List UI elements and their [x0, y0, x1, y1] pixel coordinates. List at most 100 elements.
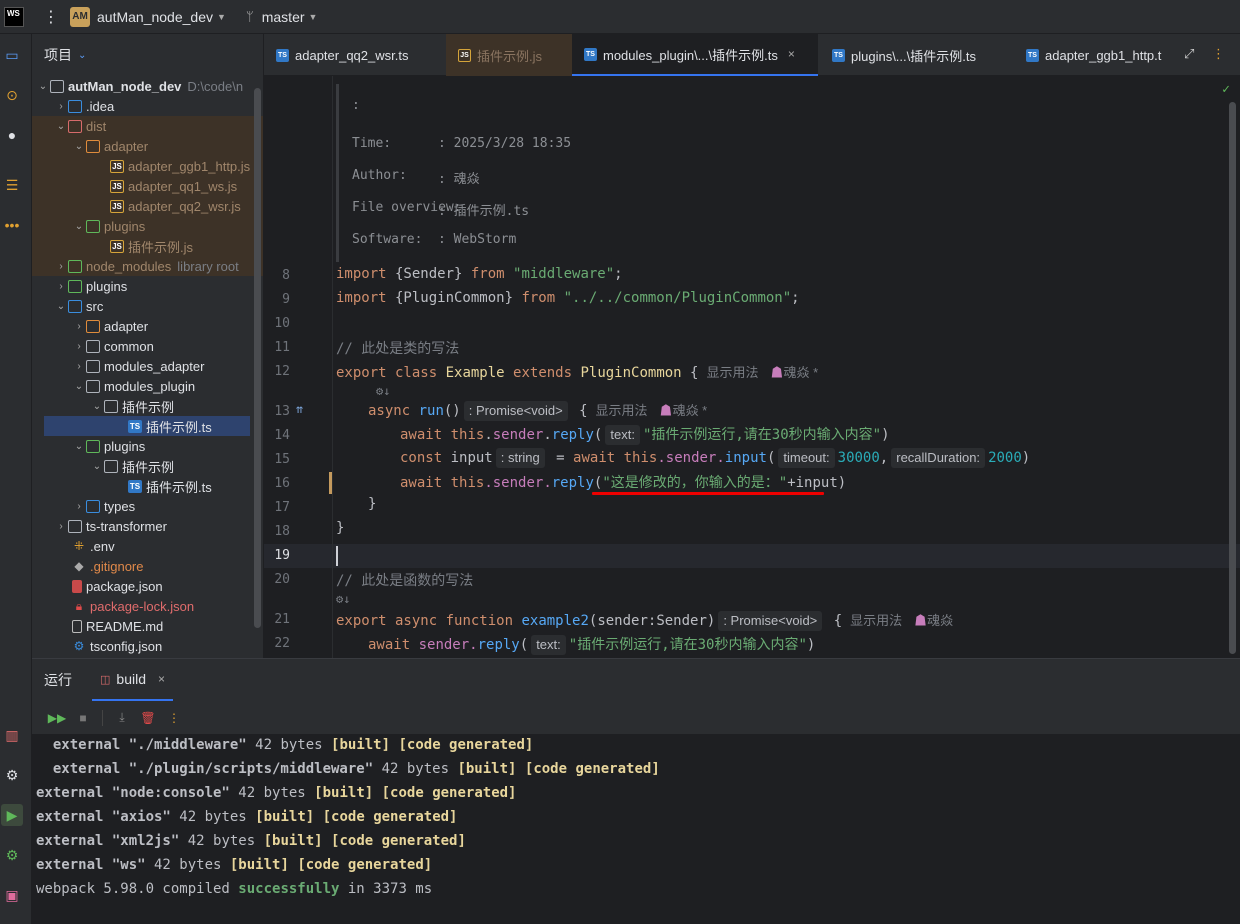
- project-header[interactable]: 项目 ⌄: [32, 34, 263, 76]
- branch-switcher[interactable]: ᛘ master ▼: [246, 9, 318, 25]
- terminal-icon[interactable]: ▣: [1, 884, 23, 906]
- more-options-icon[interactable]: ⋮: [1212, 46, 1225, 62]
- tree-item-example-folder[interactable]: ⌄ 插件示例: [32, 396, 263, 416]
- chevron-down-icon[interactable]: ⌄: [72, 141, 86, 152]
- chevron-down-icon[interactable]: ⌄: [90, 401, 104, 412]
- ts-file-icon: TS: [128, 419, 142, 433]
- tree-item-file[interactable]: JS 插件示例.js: [32, 236, 263, 256]
- run-panel-tabs: 运行 ◫ build ×: [32, 659, 1240, 701]
- tree-item-tsconfig[interactable]: ⚙ tsconfig.json: [32, 636, 263, 656]
- clear-icon[interactable]: 🗑︎: [135, 711, 161, 725]
- close-icon[interactable]: ×: [158, 672, 165, 686]
- tab-build[interactable]: ◫ build ×: [92, 659, 174, 701]
- line-number: 11: [274, 340, 290, 355]
- author-lens[interactable]: ☗魂焱 *: [660, 403, 708, 418]
- folder-icon: [86, 359, 100, 373]
- main-menu-icon[interactable]: ⋮: [42, 7, 60, 27]
- chevron-right-icon[interactable]: ›: [72, 361, 86, 372]
- chevron-down-icon: ▼: [308, 11, 318, 22]
- scroll-to-end-icon[interactable]: ⤓: [109, 710, 135, 725]
- project-scrollbar[interactable]: [254, 88, 261, 628]
- tree-item-plugins[interactable]: › plugins: [32, 276, 263, 296]
- project-switcher[interactable]: AM autMan_node_dev ▼: [70, 6, 226, 27]
- tree-item-file[interactable]: JS adapter_qq1_ws.js: [32, 176, 263, 196]
- tab-plugins-example[interactable]: TS plugins\...\插件示例.ts: [820, 34, 1010, 76]
- chevron-right-icon[interactable]: ›: [72, 341, 86, 352]
- chevron-down-icon[interactable]: ⌄: [72, 441, 86, 452]
- tree-item-common[interactable]: › common: [32, 336, 263, 356]
- tree-item-dist[interactable]: ⌄ dist: [32, 116, 263, 136]
- chevron-down-icon[interactable]: ⌄: [54, 301, 68, 312]
- tree-item-dist-plugins[interactable]: ⌄ plugins: [32, 216, 263, 236]
- tree-item-idea[interactable]: › .idea: [32, 96, 263, 116]
- services-icon[interactable]: ⚙: [1, 764, 23, 786]
- usages-lens[interactable]: 显示用法: [850, 613, 902, 628]
- project-tool-icon[interactable]: ▭: [1, 44, 23, 66]
- tree-item-src-adapter[interactable]: › adapter: [32, 316, 263, 336]
- chevron-right-icon[interactable]: ›: [54, 101, 68, 112]
- tree-item-example-folder[interactable]: ⌄ 插件示例: [32, 456, 263, 476]
- chevron-down-icon[interactable]: ⌄: [90, 461, 104, 472]
- tree-item-readme[interactable]: README.md: [32, 616, 263, 636]
- chevron-down-icon[interactable]: ⌄: [72, 221, 86, 232]
- tree-item-file-selected[interactable]: TS 插件示例.ts: [44, 416, 250, 436]
- change-marker[interactable]: [329, 472, 332, 494]
- tree-item-types[interactable]: › types: [32, 496, 263, 516]
- tree-item-package-json[interactable]: package.json: [32, 576, 263, 596]
- run-tool-icon[interactable]: ▶: [1, 804, 23, 826]
- tree-item-modules-plugin[interactable]: ⌄ modules_plugin: [32, 376, 263, 396]
- rerun-icon[interactable]: ▶▶: [44, 711, 70, 725]
- tab-plugin-example-js[interactable]: JS 插件示例.js: [446, 34, 572, 76]
- tree-item-src-plugins[interactable]: ⌄ plugins: [32, 436, 263, 456]
- commit-tool-icon[interactable]: ⊙: [1, 84, 23, 106]
- author-lens[interactable]: ☗魂焱: [914, 613, 953, 628]
- author-lens[interactable]: ☗魂焱 *: [771, 365, 819, 380]
- code-editor[interactable]: ✓ : Time: : 2025/3/28 18:35 Author: : 魂焱…: [264, 76, 1240, 658]
- structure-tool-icon[interactable]: ☰: [1, 174, 23, 196]
- tree-hint: D:\code\n: [187, 78, 244, 94]
- tree-item-root[interactable]: ⌄ autMan_node_dev D:\code\n: [32, 76, 263, 96]
- more-tools-icon[interactable]: •••: [1, 214, 23, 236]
- tree-item-file[interactable]: TS 插件示例.ts: [32, 476, 263, 496]
- line-number: 19: [274, 548, 290, 563]
- app-logo-icon[interactable]: WS: [4, 6, 24, 27]
- tree-item-src[interactable]: ⌄ src: [32, 296, 263, 316]
- chevron-right-icon[interactable]: ›: [72, 321, 86, 332]
- chevron-right-icon[interactable]: ›: [54, 521, 68, 532]
- stop-icon[interactable]: ■: [70, 711, 96, 725]
- tree-item-file[interactable]: JS adapter_qq2_wsr.js: [32, 196, 263, 216]
- more-options-icon[interactable]: ⋮: [161, 711, 187, 725]
- settings-gear-icon[interactable]: ⚙: [1, 844, 23, 866]
- tree-item-modules-adapter[interactable]: › modules_adapter: [32, 356, 263, 376]
- override-gutter-icon[interactable]: ⇈: [296, 402, 303, 416]
- tree-item-env[interactable]: ⁜ .env: [32, 536, 263, 556]
- github-icon[interactable]: ●: [1, 124, 23, 146]
- close-icon[interactable]: ×: [788, 47, 795, 61]
- usages-lens[interactable]: 显示用法: [706, 365, 758, 380]
- tree-item-ts-transformer[interactable]: › ts-transformer: [32, 516, 263, 536]
- folder-icon: [86, 379, 100, 393]
- tree-item-gitignore[interactable]: ◆ .gitignore: [32, 556, 263, 576]
- tab-adapter-qq2-wsr[interactable]: TS adapter_qq2_wsr.ts: [264, 34, 446, 76]
- chevron-right-icon[interactable]: ›: [72, 501, 86, 512]
- run-toolbar: ▶▶ ■ ⤓ 🗑︎ ⋮: [32, 701, 1240, 735]
- hint-icon[interactable]: ⚙↓: [376, 384, 390, 398]
- tree-item-package-lock[interactable]: 🔒︎ package-lock.json: [32, 596, 263, 616]
- usages-lens[interactable]: 显示用法: [596, 403, 648, 418]
- ts-file-icon: TS: [832, 48, 845, 62]
- editor-scrollbar[interactable]: [1229, 102, 1236, 654]
- tab-adapter-ggb1-http[interactable]: TS adapter_ggb1_http.t: [1014, 34, 1174, 76]
- chevron-down-icon[interactable]: ⌄: [72, 381, 86, 392]
- chevron-right-icon[interactable]: ›: [54, 261, 68, 272]
- tree-item-node-modules[interactable]: › node_modules library root: [32, 256, 263, 276]
- tab-modules-plugin-example[interactable]: TS modules_plugin\...\插件示例.ts ×: [572, 34, 818, 76]
- hint-icon[interactable]: ⚙↓: [336, 592, 350, 606]
- expand-icon[interactable]: ⤢: [1184, 46, 1194, 62]
- chevron-down-icon[interactable]: ⌄: [36, 81, 50, 92]
- tree-item-dist-adapter[interactable]: ⌄ adapter: [32, 136, 263, 156]
- profiler-icon[interactable]: ▥: [1, 724, 23, 746]
- chevron-right-icon[interactable]: ›: [54, 281, 68, 292]
- check-icon[interactable]: ✓: [1222, 82, 1230, 97]
- tree-item-file[interactable]: JS adapter_ggb1_http.js: [32, 156, 263, 176]
- chevron-down-icon[interactable]: ⌄: [54, 121, 68, 132]
